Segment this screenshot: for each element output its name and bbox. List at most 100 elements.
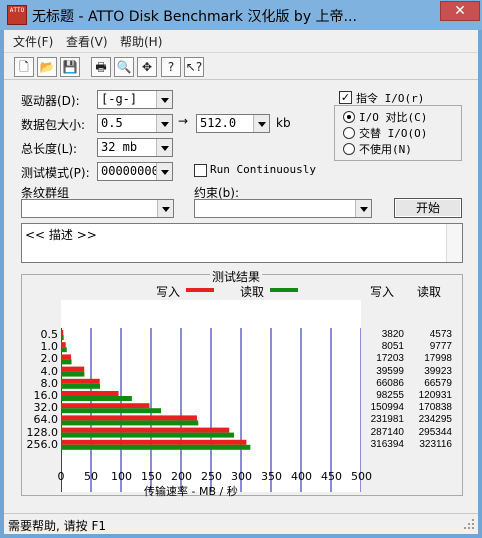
write-value: 316394 — [370, 438, 404, 450]
read-value: 170838 — [418, 402, 452, 414]
constraint-select[interactable] — [194, 199, 372, 218]
write-bar — [61, 415, 197, 421]
queue-io-checkbox[interactable]: ✓ — [339, 91, 352, 104]
close-button[interactable]: ✕ — [440, 1, 480, 21]
print-button[interactable]: 🖶 — [91, 57, 111, 77]
io-compare-label[interactable]: I/O 对比(C) — [359, 109, 427, 125]
x-axis-title: 传输速率 - MB / 秒 — [144, 485, 238, 498]
status-text: 需要帮助, 请按 F1 — [8, 519, 106, 533]
total-length-value: 32 mb — [101, 140, 138, 154]
atto-app-icon[interactable]: ATTO — [7, 5, 27, 25]
y-tick-label: 1.0 — [40, 340, 59, 354]
write-bar — [61, 354, 72, 360]
read-value: 9777 — [429, 341, 452, 353]
help-icon: ? — [167, 60, 175, 74]
description-scrollbar[interactable] — [446, 224, 462, 262]
x-tick-label: 350 — [261, 470, 282, 483]
read-bar — [61, 408, 162, 414]
close-icon: ✕ — [454, 3, 466, 19]
y-tick-label: 128.0 — [26, 425, 59, 439]
chevron-down-icon[interactable] — [157, 200, 173, 217]
save-icon: 💾 — [62, 60, 78, 74]
queue-io-label[interactable]: 指令 I/O(r) — [356, 90, 424, 106]
test-mode-label: 测试模式(P): — [21, 166, 90, 180]
chevron-down-icon[interactable] — [253, 115, 269, 132]
status-bar: 需要帮助, 请按 F1 — [4, 513, 478, 534]
write-bar — [61, 403, 150, 409]
write-value: 150994 — [370, 402, 404, 414]
read-value: 4573 — [429, 329, 452, 340]
run-continuously-checkbox[interactable] — [194, 164, 207, 177]
y-tick-label: 256.0 — [26, 437, 59, 451]
y-tick-label: 4.0 — [40, 364, 59, 378]
y-tick-label: 16.0 — [33, 389, 59, 402]
drive-select[interactable]: [-g-] — [97, 90, 173, 109]
title-bar[interactable]: ATTO 无标题 - ATTO Disk Benchmark 汉化版 by 上帝… — [0, 0, 482, 30]
print-preview-button[interactable]: 🔍 — [114, 57, 134, 77]
io-compare-radio[interactable] — [343, 111, 355, 123]
stripe-group-select[interactable] — [21, 199, 174, 218]
y-tick-label: 32.0 — [33, 401, 59, 415]
read-bar — [61, 432, 235, 438]
y-tick-label: 2.0 — [40, 352, 59, 366]
help-button[interactable]: ? — [161, 57, 181, 77]
neither-radio[interactable] — [343, 143, 355, 155]
write-bar — [61, 342, 66, 348]
save-file-button[interactable]: 💾 — [60, 57, 80, 77]
read-value: 39923 — [424, 365, 452, 377]
write-bar — [61, 378, 100, 384]
x-tick-label: 400 — [291, 470, 312, 483]
window-title: 无标题 - ATTO Disk Benchmark 汉化版 by 上帝... — [32, 9, 357, 25]
read-bar — [61, 396, 132, 401]
x-tick-label: 100 — [111, 470, 132, 483]
neither-label[interactable]: 不使用(N) — [359, 141, 412, 157]
transfer-size-min-select[interactable]: 0.5 — [97, 114, 173, 133]
benchmark-chart — [61, 328, 362, 492]
read-value: 66579 — [424, 377, 452, 389]
read-value: 323116 — [419, 438, 452, 450]
x-tick-label: 200 — [171, 470, 192, 483]
chevron-down-icon[interactable] — [156, 115, 172, 132]
drive-value: [-g-] — [101, 92, 138, 106]
test-mode-select[interactable]: 00000000 — [97, 162, 173, 181]
run-continuously-label[interactable]: Run Continuously — [210, 163, 316, 176]
overlapped-io-label[interactable]: 交替 I/O(O) — [359, 125, 427, 141]
read-value: 17998 — [424, 353, 452, 365]
write-legend-label: 写入 — [156, 285, 181, 299]
total-length-label: 总长度(L): — [21, 142, 78, 156]
context-help-button[interactable]: ↖? — [184, 57, 204, 77]
y-tick-label: 64.0 — [33, 413, 59, 427]
read-value: 120931 — [418, 390, 452, 401]
menu-view[interactable]: 查看(V) — [66, 33, 108, 50]
read-bar — [61, 420, 199, 426]
menu-help[interactable]: 帮助(H) — [120, 33, 162, 50]
transfer-size-min-value: 0.5 — [101, 116, 123, 130]
transfer-size-max-select[interactable]: 512.0 — [196, 114, 270, 133]
x-tick-label: 50 — [84, 470, 98, 483]
new-file-button[interactable]: 🗋 — [14, 57, 34, 77]
chevron-down-icon[interactable] — [156, 163, 172, 180]
total-length-select[interactable]: 32 mb — [97, 138, 173, 157]
open-file-button[interactable]: 📂 — [37, 57, 57, 77]
write-value: 39599 — [376, 365, 404, 377]
read-bar — [61, 371, 85, 377]
chevron-down-icon[interactable] — [355, 200, 371, 217]
write-value: 98255 — [376, 390, 404, 401]
resize-grip-icon[interactable] — [462, 517, 476, 531]
toolbar: 🗋 📂 💾 🖶 🔍 ✥ ? ↖? — [4, 52, 478, 80]
write-value: 231981 — [370, 414, 404, 426]
chevron-down-icon[interactable] — [156, 91, 172, 108]
main-window: 文件(F) 查看(V) 帮助(H) 🗋 📂 💾 🖶 🔍 ✥ ? ↖? 驱动器(D… — [4, 30, 478, 534]
arrow-icon: → — [178, 114, 189, 128]
write-value: 17203 — [376, 353, 404, 365]
chart-plot-area — [61, 300, 362, 492]
overlapped-io-radio[interactable] — [343, 127, 355, 139]
read-column-header: 读取 — [417, 285, 442, 299]
menu-bar: 文件(F) 查看(V) 帮助(H) — [4, 30, 478, 51]
move-icon: ✥ — [141, 60, 153, 74]
menu-file[interactable]: 文件(F) — [13, 33, 53, 50]
description-textarea[interactable]: << 描述 >> — [21, 223, 463, 263]
move-button[interactable]: ✥ — [137, 57, 157, 77]
chevron-down-icon[interactable] — [156, 139, 172, 156]
start-button[interactable]: 开始 — [394, 198, 462, 218]
